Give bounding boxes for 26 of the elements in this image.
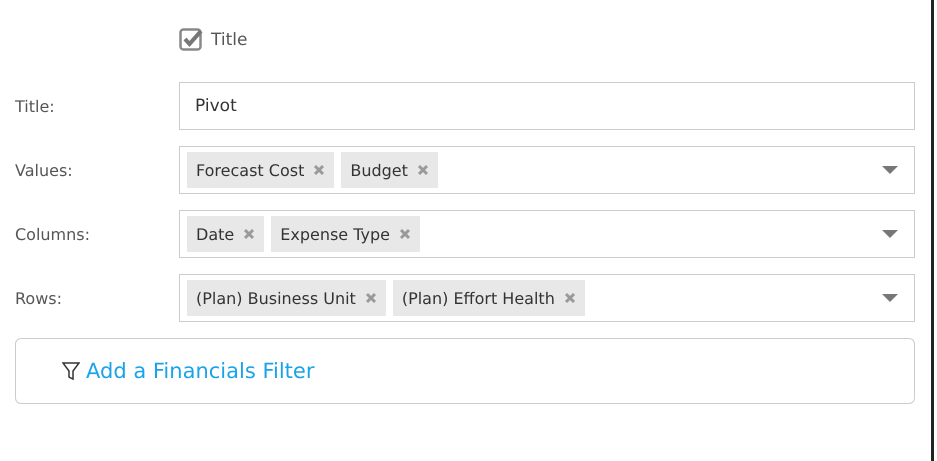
remove-icon[interactable] (398, 228, 411, 240)
field-label: Columns: (15, 224, 91, 244)
caret-icon[interactable] (882, 230, 898, 238)
multi-select-field[interactable]: Forecast Cost Budget (179, 146, 915, 194)
remove-icon[interactable] (364, 292, 377, 304)
caret-icon[interactable] (882, 294, 898, 302)
caret-icon[interactable] (882, 166, 898, 174)
checkbox[interactable] (179, 28, 203, 52)
tag-label: Date (196, 224, 234, 244)
multi-select-field[interactable]: Date Expense Type (179, 210, 915, 258)
remove-icon[interactable] (416, 164, 429, 176)
tag-label: Budget (350, 160, 408, 180)
field-label: Title: (15, 96, 56, 116)
tag-label: (Plan) Business Unit (196, 288, 356, 308)
remove-icon[interactable] (564, 292, 576, 304)
tag-label: Expense Type (280, 224, 390, 244)
remove-icon[interactable] (243, 228, 256, 240)
remove-icon[interactable] (313, 164, 326, 176)
tag-label: Forecast Cost (196, 160, 304, 180)
field-label: Rows: (15, 288, 63, 308)
multi-select-field[interactable]: (Plan) Business Unit (Plan) Effort Health (179, 274, 915, 322)
checkbox-label: Title (211, 30, 248, 50)
filter-icon (62, 362, 80, 380)
tag-label: (Plan) Effort Health (402, 288, 555, 308)
title-field[interactable]: Pivot (179, 82, 915, 130)
field-label: Values: (15, 160, 74, 180)
